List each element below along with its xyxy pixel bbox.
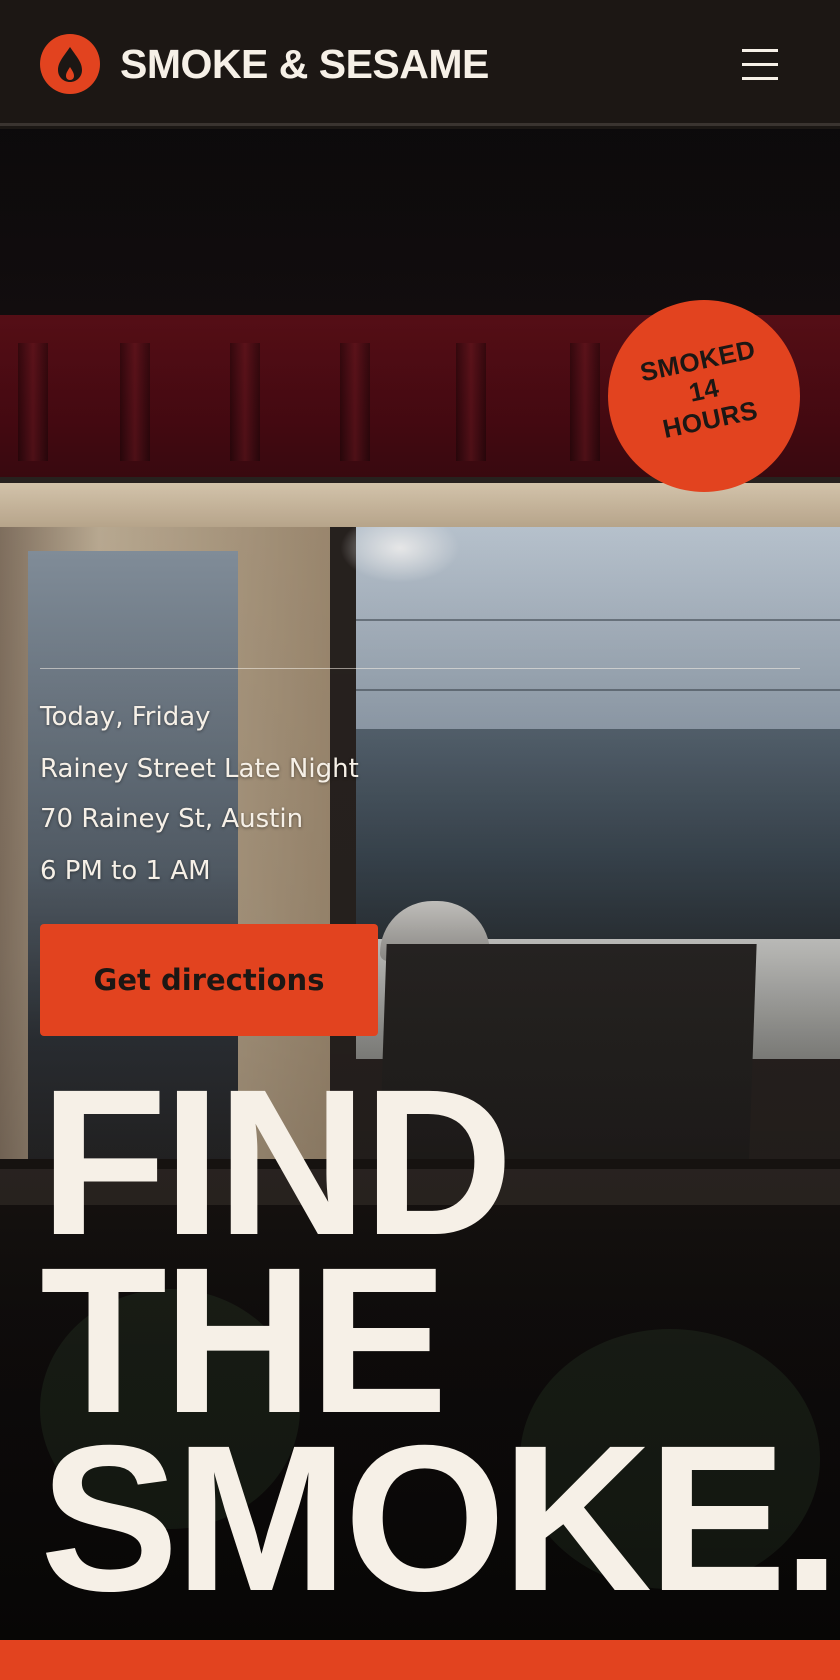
logo[interactable] [40, 34, 100, 94]
hamburger-line [742, 77, 778, 80]
smoked-hours-badge: SMOKED 14 HOURS [608, 300, 800, 492]
hamburger-menu-icon [742, 49, 778, 52]
brand-name[interactable]: SMOKE & SESAME [120, 40, 489, 88]
headline-line: SMOKE. [40, 1403, 840, 1635]
hamburger-line [742, 63, 778, 66]
schedule-hours: 6 PM to 1 AM [40, 856, 211, 886]
flame-icon [58, 47, 82, 82]
schedule-venue: Rainey Street Late Night [40, 754, 359, 784]
bottom-accent-bar [0, 1640, 840, 1680]
page: SMOKE & SESAME SMOKED 14 HOURS Today, Fr… [0, 0, 840, 1680]
site-header: SMOKE & SESAME [0, 0, 840, 126]
hero-headline: FIND THE SMOKE. [40, 1059, 840, 1635]
schedule-address: 70 Rainey St, Austin [40, 804, 304, 834]
divider [40, 668, 800, 669]
menu-button[interactable] [734, 40, 788, 88]
schedule-day: Today, Friday [40, 702, 211, 732]
get-directions-button[interactable]: Get directions [40, 924, 378, 1036]
